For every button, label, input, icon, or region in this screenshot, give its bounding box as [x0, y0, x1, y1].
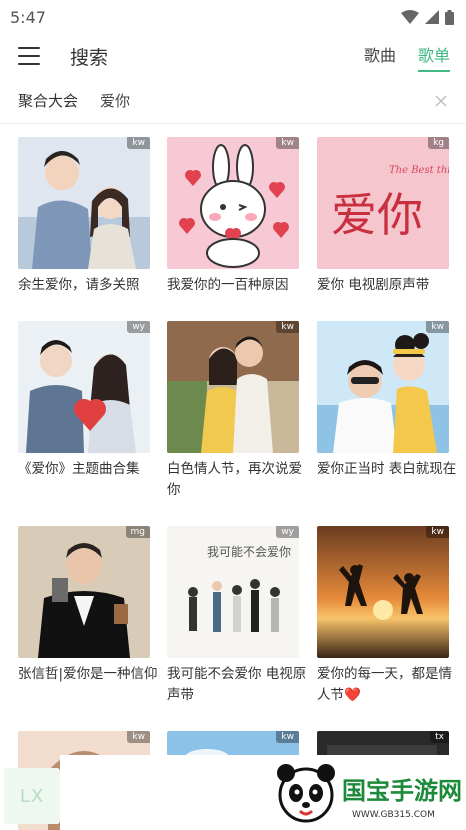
- playlist-grid: kw 余生爱你，请多关照 kw 我爱你的一百种原因 The Best th 爱你…: [0, 137, 466, 830]
- playlist-card[interactable]: wy 《爱你》主题曲合集: [18, 321, 150, 480]
- search-input[interactable]: 爱你: [100, 90, 130, 111]
- playlist-name: 爱你正当时 表白就现在: [317, 461, 457, 477]
- playlist-cover: kw: [167, 137, 299, 269]
- source-badge: tx: [430, 731, 449, 743]
- playlist-card[interactable]: kw 我爱你的一百种原因: [167, 137, 299, 296]
- playlist-cover: mg: [18, 526, 150, 658]
- playlist-name: 《爱你》主题曲合集: [18, 461, 140, 477]
- signal-icon: [425, 10, 439, 24]
- app-bar: 搜索 歌曲 歌单: [0, 34, 466, 78]
- playlist-cover: 我可能不会爱你 wy: [167, 526, 299, 658]
- playlist-card[interactable]: kw 爱你的每一天，都是情人节❤️: [317, 526, 452, 706]
- svg-text:爱你: 爱你: [331, 188, 423, 242]
- svg-text:我可能不会爱你: 我可能不会爱你: [207, 545, 291, 559]
- playlist-card[interactable]: 我可能不会爱你 wy 我可能不会爱你 电视原声带: [167, 526, 306, 706]
- playlist-name: 余生爱你，请多关照: [18, 277, 140, 293]
- page-title: 搜索: [70, 46, 109, 69]
- watermark-brand: 国宝手游网: [342, 777, 462, 805]
- source-badge: kw: [426, 526, 449, 538]
- playlist-cover: kw: [18, 137, 150, 269]
- playlist-cover: wy: [18, 321, 150, 453]
- player-logo-button[interactable]: LX: [4, 768, 60, 824]
- battery-icon: [445, 9, 454, 25]
- wifi-icon: [401, 10, 419, 24]
- watermark: 国宝手游网 WWW.GB315.COM: [256, 755, 466, 830]
- playlist-name: 爱你 电视剧原声带: [317, 277, 430, 293]
- source-badge: kw: [276, 137, 299, 149]
- status-bar: 5:47: [0, 0, 466, 34]
- playlist-name: 白色情人节，再次说爱你: [167, 461, 302, 498]
- source-badge: kw: [127, 137, 150, 149]
- source-badge: kw: [276, 321, 299, 333]
- watermark-url: WWW.GB315.COM: [352, 810, 435, 820]
- result-type-tabs: 歌曲 歌单: [364, 34, 451, 78]
- source-badge: mg: [125, 526, 150, 538]
- playlist-cover: kw: [317, 526, 449, 658]
- playlist-name: 我可能不会爱你 电视原声带: [167, 666, 307, 703]
- playlist-name: 爱你的每一天，都是情人节❤️: [317, 666, 452, 703]
- playlist-card[interactable]: kw 余生爱你，请多关照: [18, 137, 150, 296]
- source-selector[interactable]: 聚合大会: [18, 90, 78, 111]
- tab-playlists[interactable]: 歌单: [417, 34, 451, 78]
- close-icon[interactable]: [432, 92, 450, 110]
- svg-text:The Best thing: The Best thing: [389, 165, 449, 176]
- playlist-card[interactable]: mg 张信哲|爱你是一种信仰: [18, 526, 158, 685]
- source-badge: wy: [276, 526, 299, 538]
- search-row: 聚合大会 爱你: [0, 78, 466, 124]
- playlist-card[interactable]: The Best thing 爱你 kg 爱你 电视剧原声带: [317, 137, 449, 296]
- menu-icon[interactable]: [18, 47, 40, 65]
- playlist-cover: kw: [167, 321, 299, 453]
- panda-icon: [277, 764, 335, 823]
- playlist-card[interactable]: kw 白色情人节，再次说爱你: [167, 321, 302, 501]
- status-icons: [401, 9, 454, 25]
- playlist-cover: kw: [317, 321, 449, 453]
- tab-songs[interactable]: 歌曲: [364, 34, 396, 78]
- source-badge: kw: [276, 731, 299, 743]
- source-badge: kw: [426, 321, 449, 333]
- source-badge: kw: [127, 731, 150, 743]
- status-time: 5:47: [10, 7, 46, 27]
- playlist-cover: The Best thing 爱你 kg: [317, 137, 449, 269]
- source-badge: kg: [428, 137, 449, 149]
- playlist-name: 张信哲|爱你是一种信仰: [18, 666, 158, 682]
- playlist-card[interactable]: kw 爱你正当时 表白就现在: [317, 321, 456, 480]
- playlist-name: 我爱你的一百种原因: [167, 277, 289, 293]
- source-badge: wy: [127, 321, 150, 333]
